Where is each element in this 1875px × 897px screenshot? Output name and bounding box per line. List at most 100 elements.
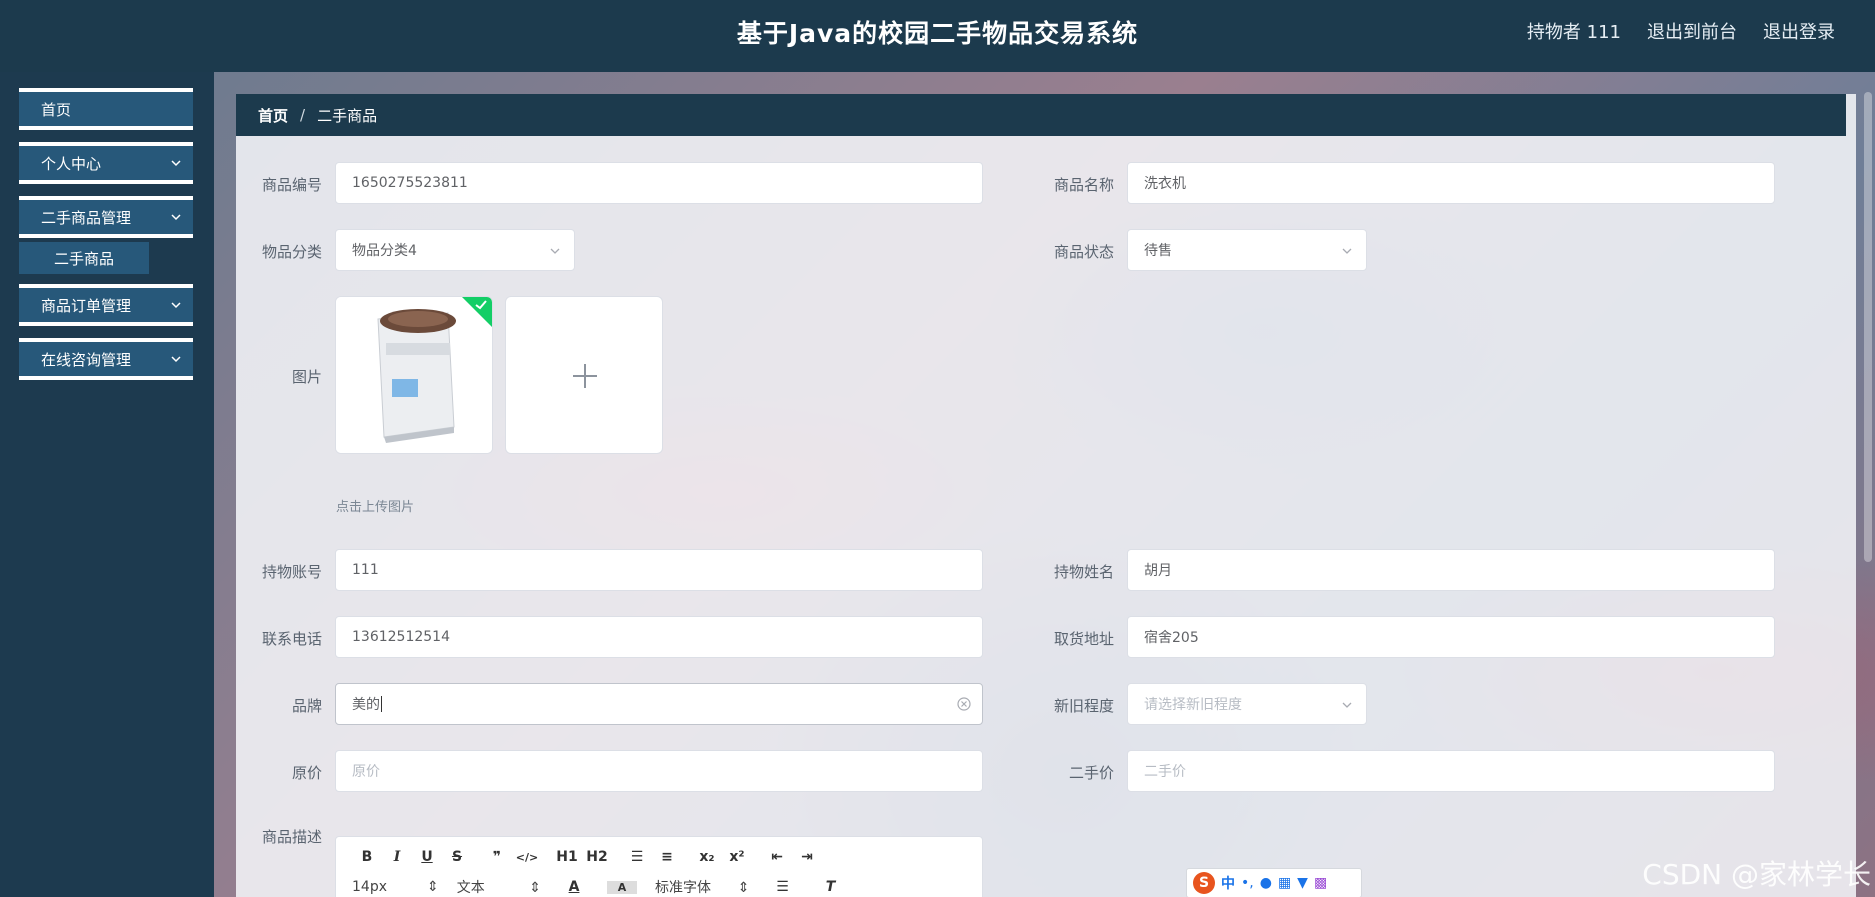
status-value: 待售 (1144, 243, 1172, 259)
account-value: 111 (352, 562, 379, 578)
phone-value: 13612512514 (352, 629, 450, 645)
upload-add-button[interactable] (505, 296, 663, 454)
account-label: 持物账号 (261, 563, 322, 581)
status-label: 商品状态 (1053, 243, 1114, 261)
chevron-down-icon (171, 356, 181, 363)
account-input[interactable]: 111 (335, 549, 983, 591)
chevron-down-icon (1342, 702, 1352, 708)
font-color-icon[interactable]: A (559, 879, 589, 895)
header-type-select[interactable]: 文本 ⇕ (457, 877, 541, 897)
chevron-down-icon (550, 248, 560, 254)
punctuation-icon[interactable]: •, (1241, 875, 1254, 891)
breadcrumb-home[interactable]: 首页 (258, 105, 288, 126)
second-price-placeholder: 二手价 (1144, 764, 1186, 780)
logout-link[interactable]: 退出登录 (1763, 18, 1835, 44)
category-select[interactable]: 物品分类4 (335, 229, 575, 271)
owner-name-input[interactable]: 胡月 (1127, 549, 1775, 591)
h1-button[interactable]: H1 (552, 849, 582, 865)
superscript-button[interactable]: x² (722, 849, 752, 865)
text-caret (381, 696, 382, 712)
ordered-list-icon[interactable]: ☰ (622, 849, 652, 865)
subscript-button[interactable]: x₂ (692, 849, 722, 865)
font-family-value: 标准字体 (655, 880, 712, 896)
watermark: CSDN @家林学长 (1642, 858, 1871, 891)
second-price-input[interactable]: 二手价 (1127, 750, 1775, 792)
microphone-icon[interactable]: ● (1260, 875, 1272, 891)
description-label: 商品描述 (261, 828, 322, 846)
top-header: 基于Java的校园二手物品交易系统 持物者 111 退出到前台 退出登录 (0, 0, 1875, 72)
image-label: 图片 (291, 368, 322, 386)
background-color-icon[interactable]: A (607, 880, 638, 894)
ime-toolbar: S 中 •, ● ▦ ▼ ▩ (1186, 868, 1362, 897)
italic-button[interactable]: I (382, 849, 412, 865)
brand-input[interactable]: 美的 (335, 683, 983, 725)
sogou-logo-icon[interactable]: S (1193, 872, 1215, 894)
upload-tip: 点击上传图片 (336, 500, 415, 515)
owner-name-value: 胡月 (1144, 563, 1172, 579)
sidebar-item-personal[interactable]: 个人中心 (19, 142, 193, 184)
owner-name-label: 持物姓名 (1053, 563, 1114, 581)
sidebar-item-goods-mgmt[interactable]: 二手商品管理 (19, 196, 193, 238)
sidebar-item-label: 在线咨询管理 (41, 350, 132, 369)
code-label: 商品编号 (261, 176, 322, 194)
sidebar-item-home[interactable]: 首页 (19, 88, 193, 130)
editor-toolbar-row-1: B I U S ❞ </> H1 H2 ☰ ≡ x₂ x² ⇤ ⇥ (352, 849, 822, 865)
orig-price-label: 原价 (291, 764, 322, 782)
name-input[interactable]: 洗衣机 (1127, 162, 1775, 204)
user-label[interactable]: 持物者 111 (1527, 18, 1621, 44)
header-type-value: 文本 (456, 880, 485, 896)
category-value: 物品分类4 (352, 243, 417, 259)
check-icon (475, 300, 487, 310)
condition-placeholder: 请选择新旧程度 (1144, 697, 1242, 713)
chevron-down-icon (171, 302, 181, 309)
address-value: 宿舍205 (1144, 630, 1199, 646)
keyboard-icon[interactable]: ▦ (1278, 875, 1291, 891)
phone-label: 联系电话 (261, 630, 322, 648)
sidebar: 首页 个人中心 二手商品管理 二手商品 商品订单管理 在线咨询管理 (0, 72, 214, 897)
outdent-icon[interactable]: ⇤ (762, 849, 792, 865)
phone-input[interactable]: 13612512514 (335, 616, 983, 658)
underline-button[interactable]: U (412, 849, 442, 865)
code-input[interactable]: 1650275523811 (335, 162, 983, 204)
breadcrumb-separator: / (300, 106, 306, 124)
orig-price-input[interactable]: 原价 (335, 750, 983, 792)
skin-icon[interactable]: ▼ (1297, 875, 1308, 891)
status-select[interactable]: 待售 (1127, 229, 1367, 271)
to-front-link[interactable]: 退出到前台 (1647, 18, 1737, 44)
uploaded-image-card[interactable] (335, 296, 493, 454)
h2-button[interactable]: H2 (582, 849, 612, 865)
strike-button[interactable]: S (442, 849, 472, 865)
category-label: 物品分类 (261, 243, 322, 261)
sidebar-item-label: 首页 (41, 100, 72, 119)
clear-icon[interactable] (956, 696, 972, 712)
code-icon[interactable]: </> (512, 851, 542, 864)
font-family-select[interactable]: 标准字体 ⇕ (655, 877, 749, 897)
indent-icon[interactable]: ⇥ (792, 849, 822, 865)
align-icon[interactable]: ☰ (767, 879, 797, 895)
font-size-select[interactable]: 14px ⇕ (352, 879, 439, 895)
clear-format-icon[interactable]: T (815, 879, 845, 895)
sidebar-subitem-label: 二手商品 (54, 249, 115, 268)
ime-lang[interactable]: 中 (1221, 873, 1235, 893)
apps-icon[interactable]: ▩ (1314, 875, 1327, 891)
font-size-value: 14px (352, 879, 387, 895)
quote-icon[interactable]: ❞ (482, 849, 512, 865)
sidebar-item-orders[interactable]: 商品订单管理 (19, 284, 193, 326)
second-price-label: 二手价 (1068, 764, 1114, 782)
editor-toolbar-row-2: 14px ⇕ 文本 ⇕ A A 标准字体 ⇕ ☰ T (352, 877, 845, 897)
bullet-list-icon[interactable]: ≡ (652, 849, 682, 865)
condition-select[interactable]: 请选择新旧程度 (1127, 683, 1367, 725)
chevron-down-icon (171, 214, 181, 221)
breadcrumb: 首页 / 二手商品 (236, 94, 1846, 136)
bold-button[interactable]: B (352, 849, 382, 865)
sidebar-item-consult[interactable]: 在线咨询管理 (19, 338, 193, 380)
name-value: 洗衣机 (1144, 176, 1186, 192)
chevron-down-icon (171, 160, 181, 167)
page-scrollbar[interactable] (1861, 72, 1875, 897)
header-user-area: 持物者 111 退出到前台 退出登录 (1527, 18, 1835, 44)
sidebar-subitem-goods[interactable]: 二手商品 (19, 242, 149, 274)
address-input[interactable]: 宿舍205 (1127, 616, 1775, 658)
rich-text-editor[interactable]: B I U S ❞ </> H1 H2 ☰ ≡ x₂ x² ⇤ ⇥ 14px ⇕… (335, 836, 983, 897)
scrollbar-thumb[interactable] (1864, 92, 1872, 562)
address-label: 取货地址 (1053, 630, 1114, 648)
